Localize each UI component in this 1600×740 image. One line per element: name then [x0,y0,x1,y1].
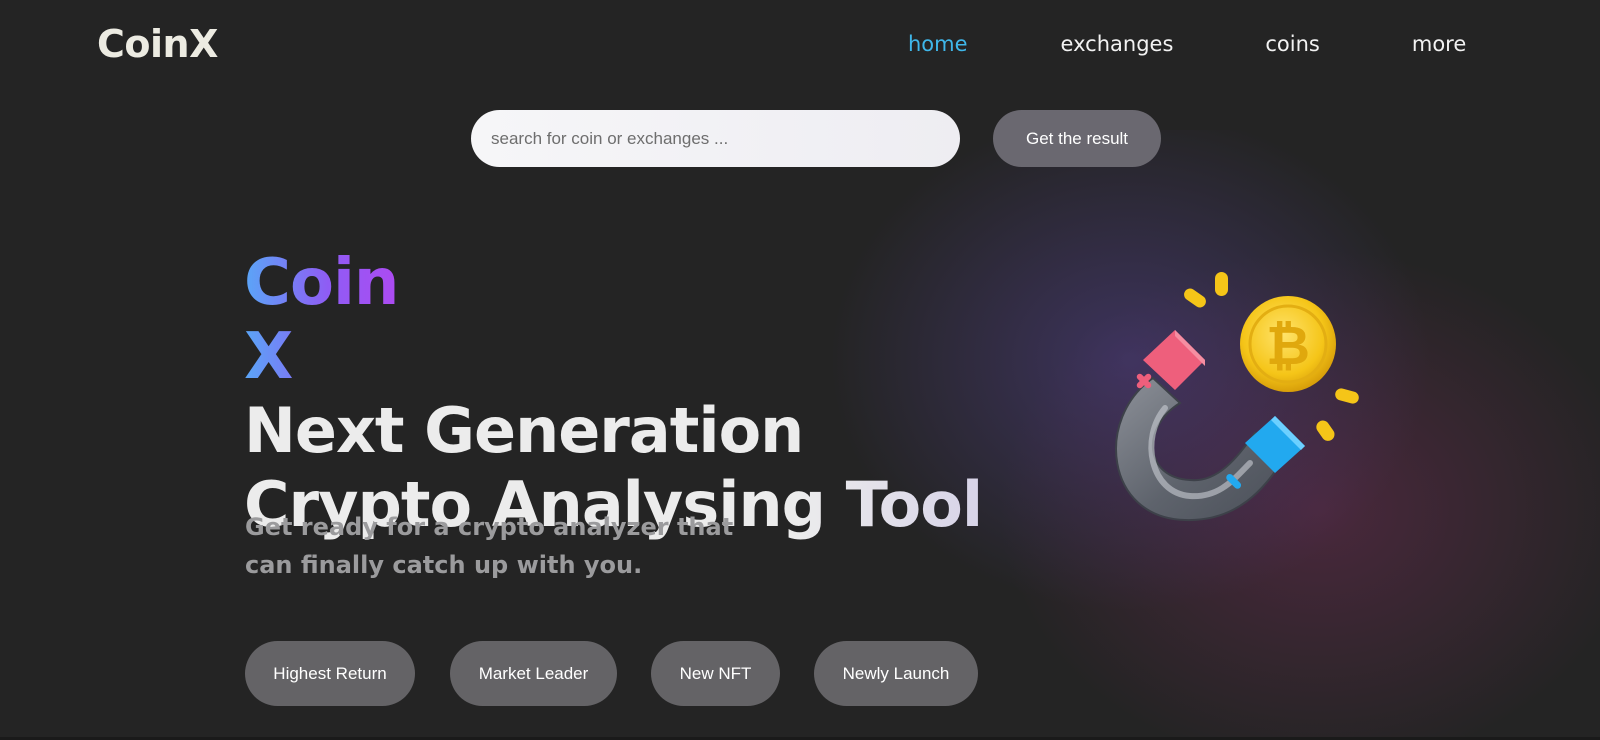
hero-subtitle: Get ready for a crypto analyzer that can… [245,513,734,579]
hero-brand: Coin X [244,246,454,394]
svg-text:₿: ₿ [1266,314,1310,377]
get-result-button[interactable]: Get the result [993,110,1161,167]
magnet-attracting-bitcoin-icon: ₿ [1095,268,1375,538]
main-nav: home exchanges coins more [908,32,1466,56]
chip-highest-return[interactable]: Highest Return [245,641,415,706]
nav-coins-link[interactable]: coins [1265,32,1319,56]
logo[interactable]: CoinX [97,22,218,66]
chip-newly-launch[interactable]: Newly Launch [814,641,978,706]
nav-exchanges-link[interactable]: exchanges [1061,32,1174,56]
nav-more-link[interactable]: more [1412,32,1466,56]
category-chips: Highest Return Market Leader New NFT New… [245,641,978,706]
chip-market-leader[interactable]: Market Leader [450,641,617,706]
hero-title-line-1: Next Generation [244,394,804,467]
page: CoinX home exchanges coins more Get the … [0,0,1600,740]
nav-home-link[interactable]: home [908,32,968,56]
spark [1184,288,1206,308]
chip-new-nft[interactable]: New NFT [651,641,780,706]
magnet-illustration-svg: ₿ [1115,272,1359,522]
hero-title: Coin X Next Generation Crypto Analysing … [244,246,983,542]
search-input[interactable] [471,110,960,167]
